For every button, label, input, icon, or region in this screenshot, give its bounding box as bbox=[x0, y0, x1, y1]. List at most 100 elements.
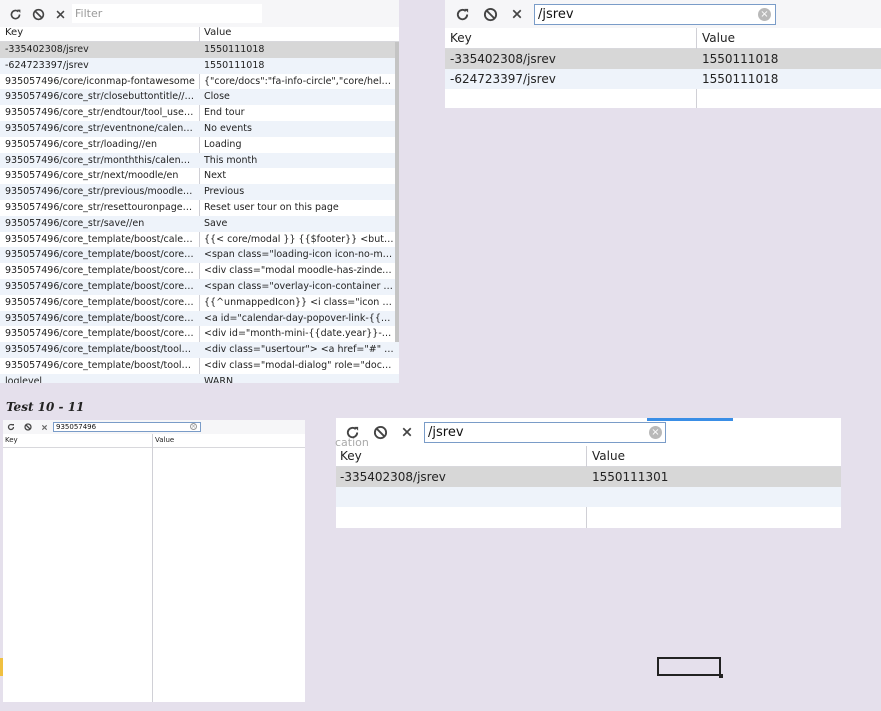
column-header-value[interactable]: Value bbox=[155, 436, 174, 444]
storage-panel-top-left: Key Value -335402308/jsrev1550111018-624… bbox=[0, 0, 399, 383]
cell-key: -335402308/jsrev bbox=[340, 470, 446, 484]
column-header-value[interactable]: Value bbox=[204, 27, 231, 38]
block-button[interactable] bbox=[23, 422, 33, 432]
storage-panel-bottom-right: × Key Value -335402308/jsrev 1550111301 bbox=[336, 418, 841, 528]
block-icon bbox=[24, 423, 32, 431]
close-icon bbox=[512, 9, 522, 19]
table-row[interactable] bbox=[445, 89, 881, 108]
resize-handle[interactable] bbox=[719, 674, 723, 678]
column-header-key[interactable]: Key bbox=[5, 27, 23, 38]
cell-value: Save bbox=[204, 217, 228, 229]
table-row[interactable]: 935057496/core/iconmap-fontawesome {"core… bbox=[0, 74, 399, 90]
block-button[interactable] bbox=[30, 6, 46, 22]
cell-value: <a id="calendar-day-popover-link-{{cours… bbox=[204, 312, 394, 324]
cell-key: 935057496/core_template/boost/core_ca... bbox=[5, 328, 195, 340]
table-row[interactable]: 935057496/core_str/monththis/calendar/en… bbox=[0, 152, 399, 169]
refresh-button[interactable] bbox=[6, 422, 16, 432]
table-row[interactable]: 935057496/core_template/boost/tool_us...… bbox=[0, 358, 399, 374]
filter-input[interactable] bbox=[534, 4, 776, 25]
filter-input[interactable] bbox=[72, 4, 262, 23]
clear-filter-icon[interactable]: × bbox=[190, 423, 197, 430]
edge-marker bbox=[0, 658, 3, 676]
refresh-button[interactable] bbox=[453, 5, 471, 23]
table-row[interactable]: loglevel WARN bbox=[0, 373, 399, 383]
table-row[interactable]: 935057496/core_str/closebuttontitle//en C… bbox=[0, 89, 399, 106]
block-icon bbox=[373, 425, 387, 439]
table-header: Key Value bbox=[3, 434, 305, 448]
cell-key: 935057496/core_template/boost/core/pi... bbox=[5, 296, 195, 308]
table-row[interactable]: 935057496/core_template/boost/core_ca...… bbox=[0, 310, 399, 327]
table-row[interactable]: 935057496/core_template/boost/core_ca...… bbox=[0, 326, 399, 342]
block-button[interactable] bbox=[481, 5, 499, 23]
table-header: Key Value bbox=[445, 28, 881, 49]
clear-filter-icon[interactable]: × bbox=[649, 426, 662, 439]
table-row[interactable]: -335402308/jsrev 1550111018 bbox=[0, 42, 399, 58]
table-row[interactable]: -335402308/jsrev 1550111018 bbox=[445, 49, 881, 69]
cell-key: 935057496/core_template/boost/tool_us... bbox=[5, 344, 195, 356]
cell-value: <span class="loading-icon icon-no-margin… bbox=[204, 249, 394, 261]
refresh-button[interactable] bbox=[7, 6, 23, 22]
table-row[interactable]: 935057496/core_str/previous/moodle/en Pre… bbox=[0, 184, 399, 200]
table-row[interactable]: 935057496/core_str/save//en Save bbox=[0, 215, 399, 232]
cell-value: This month bbox=[204, 154, 258, 166]
table-row[interactable]: 935057496/core_template/boost/tool_us...… bbox=[0, 342, 399, 358]
column-divider[interactable] bbox=[152, 434, 153, 702]
cell-value: 1550111018 bbox=[702, 52, 779, 66]
cell-value: {{^unmappedIcon}} <i class="icon fa {{ke… bbox=[204, 296, 394, 308]
column-header-value[interactable]: Value bbox=[702, 31, 735, 45]
table-row[interactable]: -624723397/jsrev 1550111018 bbox=[445, 69, 881, 89]
cell-value: <div class="modal-dialog" role="documen.… bbox=[204, 360, 394, 371]
table-header: Key Value bbox=[336, 446, 841, 467]
column-header-key[interactable]: Key bbox=[340, 449, 362, 463]
table-row[interactable]: 935057496/core_template/boost/calenda...… bbox=[0, 232, 399, 248]
cell-value: <span class="overlay-icon-container {{$h… bbox=[204, 281, 394, 292]
table-row[interactable]: -624723397/jsrev 1550111018 bbox=[0, 57, 399, 74]
cell-key: 935057496/core_str/resettouronpage/too..… bbox=[5, 202, 195, 213]
delete-button[interactable] bbox=[508, 5, 526, 23]
table-row[interactable] bbox=[336, 487, 841, 507]
column-header-key[interactable]: Key bbox=[5, 436, 18, 444]
table-row[interactable]: 935057496/core_template/boost/core/lo...… bbox=[0, 247, 399, 264]
delete-button[interactable] bbox=[39, 422, 49, 432]
cell-key: loglevel bbox=[5, 375, 43, 383]
clear-filter-icon[interactable]: × bbox=[758, 8, 771, 21]
storage-panel-small: × Key Value bbox=[3, 420, 305, 702]
cell-key: -335402308/jsrev bbox=[450, 52, 556, 66]
column-header-key[interactable]: Key bbox=[450, 31, 472, 45]
cell-value: Loading bbox=[204, 138, 242, 150]
table-row[interactable]: 935057496/core_template/boost/core/ov...… bbox=[0, 279, 399, 295]
delete-button[interactable] bbox=[52, 6, 68, 22]
scrollbar[interactable] bbox=[395, 42, 399, 342]
cell-key: 935057496/core_template/boost/core/ov... bbox=[5, 281, 195, 292]
refresh-icon bbox=[10, 9, 20, 19]
cell-key: 935057496/core_str/monththis/calendar/en bbox=[5, 154, 195, 166]
table-row[interactable]: 935057496/core_str/next/moodle/en Next bbox=[0, 168, 399, 184]
filter-input[interactable] bbox=[424, 422, 666, 443]
table-row[interactable]: -335402308/jsrev 1550111301 bbox=[336, 467, 841, 487]
table-row[interactable]: 935057496/core_str/endtour/tool_userto..… bbox=[0, 105, 399, 121]
cell-key: 935057496/core_template/boost/core/m... bbox=[5, 265, 195, 277]
cell-value: Close bbox=[204, 91, 230, 103]
table-row[interactable]: 935057496/core_str/loading//en Loading bbox=[0, 137, 399, 153]
cell-value: <div class="usertour"> <a href="#" data-… bbox=[204, 344, 394, 356]
block-button[interactable] bbox=[371, 423, 389, 441]
cell-key: 935057496/core_str/save//en bbox=[5, 217, 145, 229]
cell-key: -624723397/jsrev bbox=[450, 72, 556, 86]
cell-key: 935057496/core/iconmap-fontawesome bbox=[5, 75, 195, 87]
refresh-icon bbox=[7, 423, 15, 431]
table-row[interactable]: 935057496/core_template/boost/core/m... <… bbox=[0, 263, 399, 279]
table-row[interactable]: 935057496/core_str/resettouronpage/too..… bbox=[0, 200, 399, 216]
filter-input[interactable] bbox=[53, 422, 201, 432]
table-row[interactable] bbox=[336, 507, 841, 527]
cell-key: 935057496/core_str/loading//en bbox=[5, 138, 157, 150]
cell-key: 935057496/core_template/boost/tool_us... bbox=[5, 360, 195, 371]
toolbar: × bbox=[3, 420, 305, 435]
table-row[interactable]: 935057496/core_str/eventnone/calendar/en… bbox=[0, 121, 399, 137]
table-row[interactable]: 935057496/core_template/boost/core/pi...… bbox=[0, 295, 399, 311]
column-header-value[interactable]: Value bbox=[592, 449, 625, 463]
ghost-tooltip-text: cation bbox=[335, 436, 369, 449]
section-label: Test 10 - 11 bbox=[6, 400, 85, 414]
cell-value: {{< core/modal }} {{$footer}} <button ty… bbox=[204, 233, 394, 245]
cell-key: 935057496/core_template/boost/core_ca... bbox=[5, 312, 195, 324]
delete-button[interactable] bbox=[398, 423, 416, 441]
